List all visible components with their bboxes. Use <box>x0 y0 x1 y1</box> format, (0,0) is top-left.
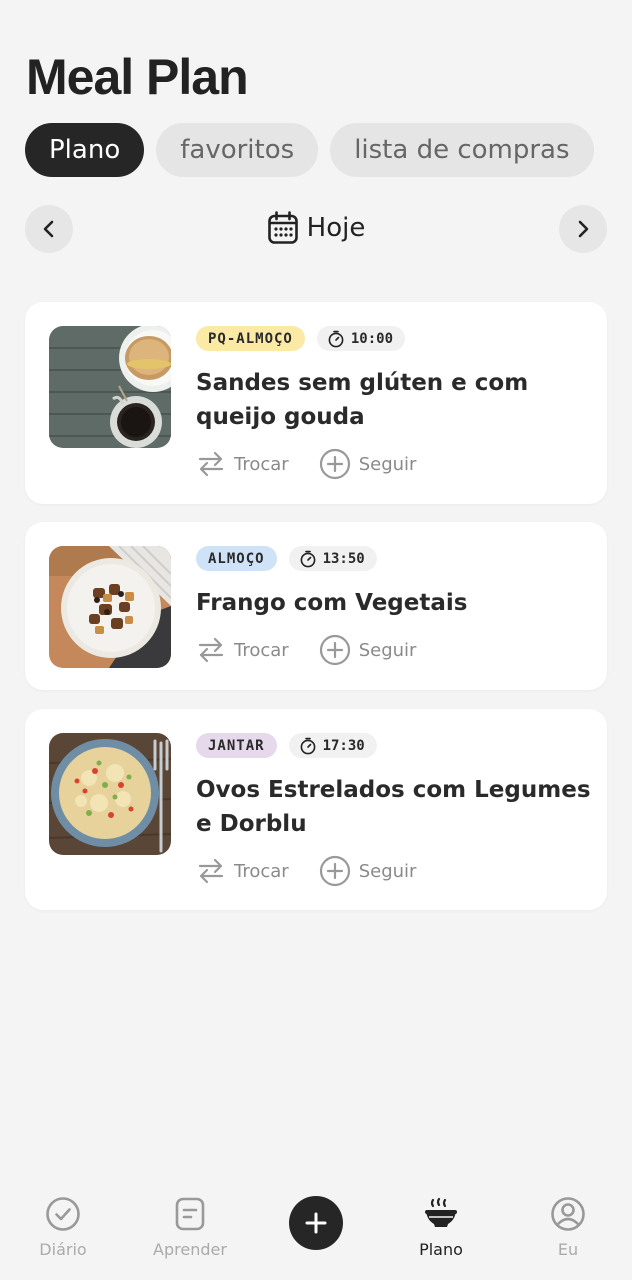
tab-bar: Plano favoritos lista de compras <box>25 123 594 177</box>
nav-item-plano[interactable]: Plano <box>386 1196 496 1259</box>
nav-label: Eu <box>557 1240 579 1259</box>
meal-time-badge: 13:50 <box>288 546 377 571</box>
follow-label: Seguir <box>358 453 417 475</box>
meal-name[interactable]: Sandes sem glúten e com queijo gouda <box>196 366 591 434</box>
nav-label: Aprender <box>153 1240 227 1259</box>
meal-card[interactable]: JANTAR 17:30 Ovos Estrelados com Legumes… <box>25 709 607 910</box>
nav-label: Plano <box>419 1240 463 1259</box>
calendar-icon <box>267 211 298 244</box>
meal-content: ALMOÇO 13:50 Frango com Vegetais Trocar … <box>196 546 591 666</box>
date-navigator: Hoje <box>25 205 607 255</box>
swap-meal-button[interactable]: Trocar <box>196 449 289 479</box>
date-label: Hoje <box>306 213 366 243</box>
meal-category-badge: JANTAR <box>196 733 277 758</box>
meal-name[interactable]: Frango com Vegetais <box>196 586 591 620</box>
meal-card[interactable]: ALMOÇO 13:50 Frango com Vegetais Trocar … <box>25 522 607 690</box>
nav-item-aprender[interactable]: Aprender <box>135 1196 245 1259</box>
nav-item-eu[interactable]: Eu <box>513 1196 623 1259</box>
swap-arrows-icon <box>198 858 224 884</box>
meal-image-sandwich-coffee <box>49 326 171 448</box>
stopwatch-icon <box>300 737 315 754</box>
swap-arrows-icon <box>198 637 224 663</box>
meal-time: 17:30 <box>322 737 365 754</box>
plus-circle-icon <box>319 855 350 887</box>
follow-label: Seguir <box>358 860 417 882</box>
swap-label: Trocar <box>234 453 289 475</box>
note-icon <box>175 1197 205 1231</box>
tab-favoritos[interactable]: favoritos <box>156 123 319 177</box>
meal-time: 10:00 <box>350 330 394 347</box>
bowl-icon <box>425 1197 457 1227</box>
page-title: Meal Plan <box>26 49 249 105</box>
meal-image-eggs-vegetables <box>49 733 171 855</box>
nav-item-diario[interactable]: Diário <box>8 1196 118 1259</box>
swap-label: Trocar <box>234 639 289 661</box>
meal-content: JANTAR 17:30 Ovos Estrelados com Legumes… <box>196 733 591 887</box>
stopwatch-icon <box>300 550 315 567</box>
next-day-button[interactable] <box>559 205 607 253</box>
follow-meal-button[interactable]: Seguir <box>319 855 417 887</box>
bottom-navigation: Diário Aprender Plano Eu <box>0 1180 632 1280</box>
meal-time-badge: 17:30 <box>288 733 377 758</box>
swap-meal-button[interactable]: Trocar <box>196 635 289 665</box>
swap-meal-button[interactable]: Trocar <box>196 856 289 886</box>
plus-icon <box>305 1212 327 1234</box>
meal-card[interactable]: PQ-ALMOÇO 10:00 Sandes sem glúten e com … <box>25 302 607 504</box>
tab-lista-de-compras[interactable]: lista de compras <box>330 123 594 177</box>
meal-category-badge: PQ-ALMOÇO <box>196 326 305 351</box>
meal-content: PQ-ALMOÇO 10:00 Sandes sem glúten e com … <box>196 326 591 480</box>
meal-time: 13:50 <box>322 550 365 567</box>
follow-meal-button[interactable]: Seguir <box>319 448 417 480</box>
tab-plano[interactable]: Plano <box>25 123 145 177</box>
follow-meal-button[interactable]: Seguir <box>319 634 417 666</box>
plus-circle-icon <box>319 634 350 666</box>
meal-time-badge: 10:00 <box>316 326 406 351</box>
follow-label: Seguir <box>358 639 417 661</box>
meal-image-chicken-vegetables <box>49 546 171 668</box>
check-circle-icon <box>46 1197 80 1231</box>
plus-circle-icon <box>319 448 350 480</box>
meal-name[interactable]: Ovos Estrelados com Legumes e Dorblu <box>196 773 591 841</box>
user-circle-icon <box>551 1197 585 1231</box>
swap-label: Trocar <box>234 860 289 882</box>
swap-arrows-icon <box>198 451 224 477</box>
meal-category-badge: ALMOÇO <box>196 546 277 571</box>
nav-label: Diário <box>39 1240 87 1259</box>
stopwatch-icon <box>328 330 344 347</box>
date-label-group[interactable]: Hoje <box>25 211 607 245</box>
chevron-right-icon <box>578 220 589 238</box>
add-button[interactable] <box>289 1196 343 1250</box>
